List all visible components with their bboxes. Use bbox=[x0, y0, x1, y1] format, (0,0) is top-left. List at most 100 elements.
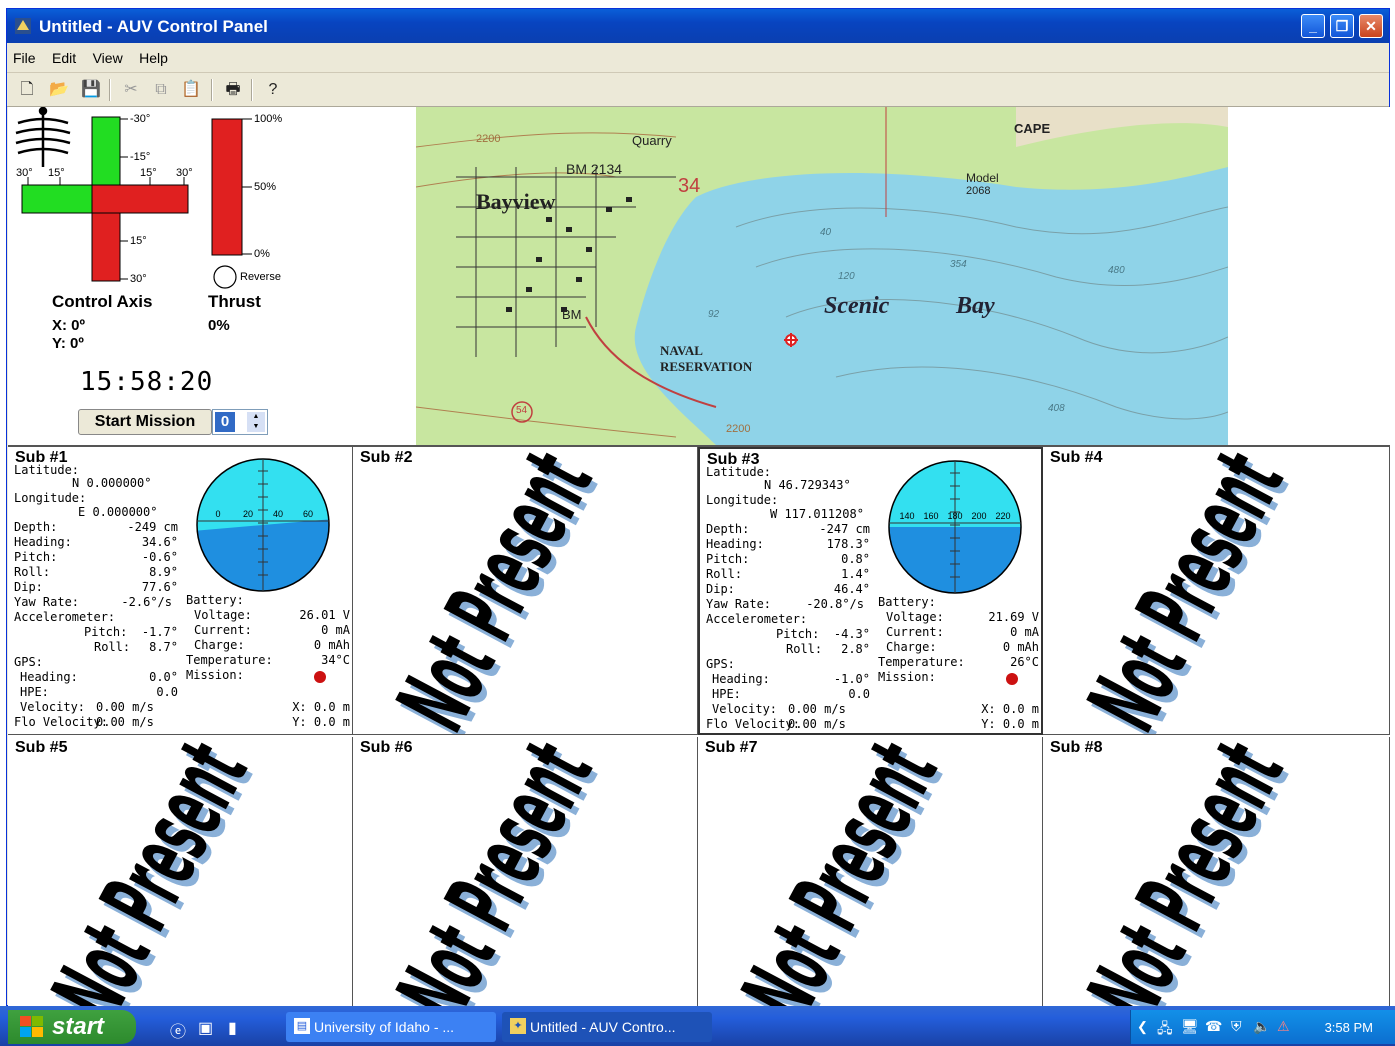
label-charge: Charge: bbox=[886, 640, 937, 654]
label-gps: GPS: bbox=[14, 655, 43, 669]
not-present-graphic: Not PresentNot Present bbox=[721, 737, 964, 1024]
task-auv-label: Untitled - AUV Contro... bbox=[530, 1019, 676, 1035]
label-pitch: Pitch: bbox=[706, 552, 750, 566]
tray-expand-icon[interactable]: ❮ bbox=[1137, 1019, 1148, 1035]
value-current: 0 mA bbox=[321, 623, 350, 637]
paste-icon[interactable]: 📋 bbox=[179, 79, 203, 101]
sub-panel: Sub #5 Not Present Not Present bbox=[8, 737, 353, 1025]
sub-panel: Sub #1 Latitude: N 0.000000° Longitude: E 0.… bbox=[8, 447, 353, 735]
axis-tick-left-outer: 30° bbox=[16, 167, 33, 179]
attitude-indicator: 140 160 180 200 220 bbox=[888, 460, 1022, 594]
windows-logo-icon bbox=[20, 1016, 43, 1037]
sub-grid: Sub #1 Latitude: N 0.000000° Longitude: E 0.… bbox=[8, 445, 1390, 1025]
not-present-text: Not Present bbox=[376, 737, 614, 1024]
label-mission: Mission: bbox=[186, 668, 244, 682]
media-icon[interactable]: ▮ bbox=[228, 1018, 237, 1038]
not-present-text: Not Present bbox=[31, 737, 269, 1024]
label-roll: Roll: bbox=[706, 567, 743, 581]
y-readout: Y: 0º bbox=[52, 335, 84, 352]
value-depth: -247 cm bbox=[819, 522, 870, 536]
new-icon[interactable]: 🗋 bbox=[15, 79, 39, 101]
toolbar-separator bbox=[251, 79, 253, 101]
mission-number[interactable]: 0 bbox=[215, 412, 235, 432]
label-hpe: HPE: bbox=[712, 687, 741, 701]
not-present-text: Not Present bbox=[721, 737, 959, 1024]
value-temperature: 26°C bbox=[1010, 655, 1039, 669]
label-gps-heading: Heading: bbox=[712, 672, 770, 686]
document-icon: ▤ bbox=[294, 1018, 310, 1034]
reverse-radio[interactable] bbox=[213, 265, 237, 289]
title-bar[interactable]: Untitled - AUV Control Panel _ ❐ ✕ bbox=[7, 9, 1389, 43]
sub-panel: Sub #4 Not Present Not Present bbox=[1043, 447, 1390, 735]
map-label-section: 34 bbox=[678, 175, 701, 197]
spin-down-icon[interactable]: ▼ bbox=[247, 422, 265, 432]
sub-panel: Sub #8 Not Present Not Present bbox=[1043, 737, 1390, 1025]
tray-network-icon[interactable]: 🖧 bbox=[1157, 1018, 1173, 1042]
save-icon[interactable]: 💾 bbox=[79, 79, 103, 101]
not-present-text: Not Present bbox=[1067, 447, 1305, 734]
task-auv[interactable]: ✦ Untitled - AUV Contro... bbox=[502, 1012, 712, 1042]
start-mission-button[interactable]: Start Mission bbox=[78, 409, 212, 435]
compass-tick-label: 20 bbox=[243, 509, 253, 519]
value-y: Y: 0.0 m bbox=[292, 715, 350, 729]
menu-edit[interactable]: Edit bbox=[46, 43, 82, 66]
copy-icon[interactable]: ⧉ bbox=[149, 79, 173, 101]
value-flo-velocity: 0.00 m/s bbox=[96, 715, 154, 729]
minimize-button[interactable]: _ bbox=[1301, 14, 1325, 38]
map-label-bm2: BM bbox=[562, 307, 582, 322]
map-label-bm: BM 2134 bbox=[566, 161, 623, 177]
not-present-graphic: Not PresentNot Present bbox=[31, 737, 274, 1024]
menu-help[interactable]: Help bbox=[133, 43, 174, 66]
tray-alert-icon[interactable]: ⚠ bbox=[1277, 1018, 1290, 1035]
compass-tick-label: 220 bbox=[995, 511, 1010, 521]
thrust-title: Thrust bbox=[208, 292, 261, 311]
window-title: Untitled - AUV Control Panel bbox=[39, 17, 268, 36]
thrust-value: 0% bbox=[208, 317, 230, 334]
value-flo-velocity: 0.00 m/s bbox=[788, 717, 846, 731]
spin-up-icon[interactable]: ▲ bbox=[247, 412, 265, 422]
label-battery: Battery: bbox=[878, 595, 936, 609]
label-temperature: Temperature: bbox=[186, 653, 273, 667]
cut-icon[interactable]: ✂ bbox=[119, 79, 143, 101]
maximize-button[interactable]: ❐ bbox=[1330, 14, 1354, 38]
thrust-tick-bottom: 0% bbox=[254, 248, 270, 260]
task-university[interactable]: ▤ University of Idaho - ... bbox=[286, 1012, 496, 1042]
lake-water bbox=[634, 167, 1228, 445]
open-icon[interactable]: 📂 bbox=[47, 79, 71, 101]
control-axis-title: Control Axis bbox=[52, 292, 153, 311]
mission-spinner[interactable]: 0 ▲ ▼ bbox=[212, 409, 268, 435]
tray-monitor-icon[interactable]: 🖥 bbox=[1181, 1018, 1199, 1035]
value-pitch: -0.6° bbox=[141, 550, 178, 564]
label-dip: Dip: bbox=[14, 580, 43, 594]
topo-map[interactable]: Bayview BM 2134 Quarry 34 Scenic Bay NAV… bbox=[416, 107, 1228, 445]
value-velocity: 0.00 m/s bbox=[96, 700, 154, 714]
label-accelerometer: Accelerometer: bbox=[706, 612, 808, 626]
map-label-naval: NAVAL bbox=[660, 343, 703, 358]
tray-phone-icon[interactable]: ☎ bbox=[1205, 1018, 1222, 1035]
menu-view[interactable]: View bbox=[87, 43, 129, 66]
mission-led-icon bbox=[314, 671, 326, 683]
ie-icon[interactable]: ⓔ bbox=[170, 1018, 186, 1042]
compass-tick-label: 140 bbox=[899, 511, 914, 521]
desktop-icon[interactable]: ▣ bbox=[198, 1018, 213, 1038]
label-heading: Heading: bbox=[14, 535, 72, 549]
label-temperature: Temperature: bbox=[878, 655, 965, 669]
menu-file[interactable]: File bbox=[7, 43, 42, 66]
map-label-scenic: Scenic bbox=[824, 293, 890, 319]
label-depth: Depth: bbox=[706, 522, 750, 536]
tray-volume-icon[interactable]: 🔈 bbox=[1253, 1018, 1270, 1035]
map-label-hwy: 54 bbox=[516, 405, 528, 416]
map-graphic bbox=[416, 107, 1228, 445]
label-pitch: Pitch: bbox=[14, 550, 58, 564]
help-icon[interactable]: ? bbox=[261, 79, 285, 101]
value-temperature: 34°C bbox=[321, 653, 350, 667]
map-label-contour-bottom: 2200 bbox=[726, 423, 751, 435]
label-hpe: HPE: bbox=[20, 685, 49, 699]
value-acc-pitch: -4.3° bbox=[833, 627, 870, 641]
start-button[interactable]: start bbox=[8, 1010, 136, 1044]
print-icon[interactable]: 🖶 bbox=[221, 79, 245, 101]
tray-shield-icon[interactable]: ⛨ bbox=[1231, 1018, 1242, 1035]
close-button[interactable]: ✕ bbox=[1359, 14, 1383, 38]
not-present-text: Not Present bbox=[376, 447, 614, 734]
value-hpe: 0.0 bbox=[156, 685, 178, 699]
